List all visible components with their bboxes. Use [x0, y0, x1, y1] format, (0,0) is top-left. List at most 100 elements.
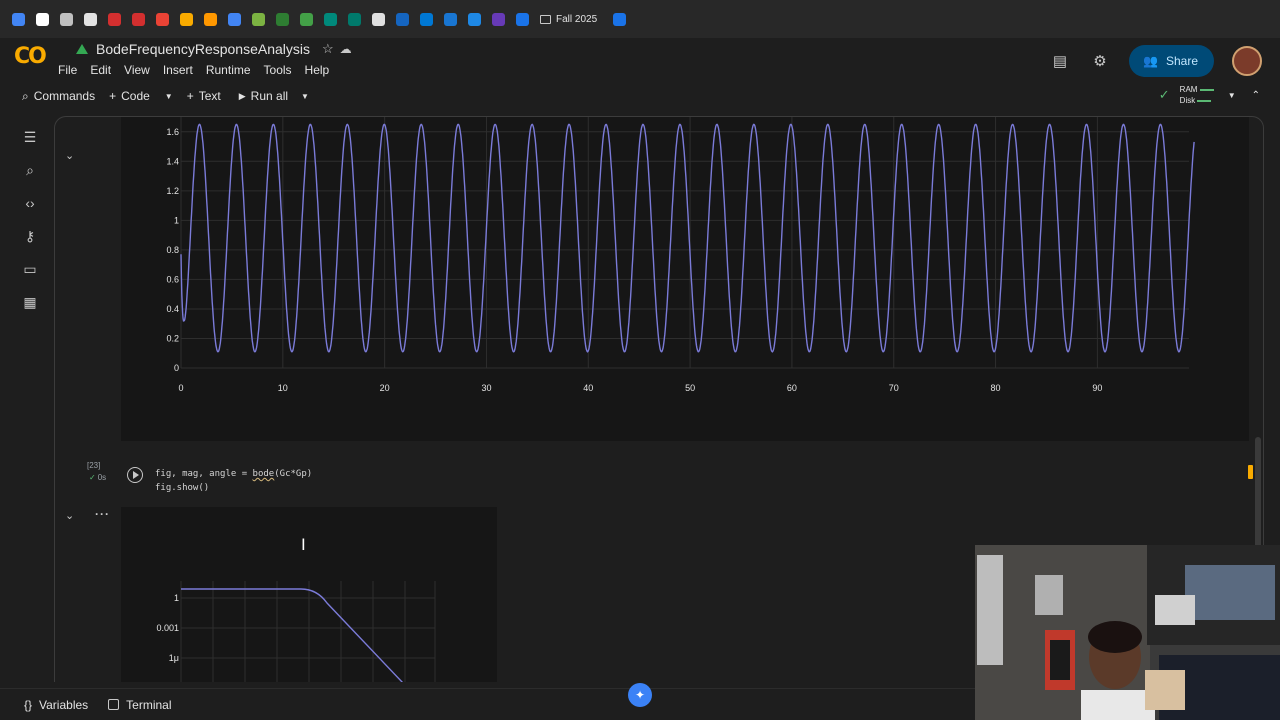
check-icon: ✓	[89, 473, 96, 482]
bookmark-icon[interactable]	[414, 7, 438, 31]
cell-change-marker	[1248, 465, 1253, 479]
bookmark-icon[interactable]	[102, 7, 126, 31]
y-tick-label: 0.8	[166, 245, 179, 255]
y-tick-label: 0	[174, 363, 179, 373]
menu-item-edit[interactable]: Edit	[90, 63, 120, 77]
bode-output-chart: 1 0.001 1μ	[121, 507, 497, 682]
table-icon[interactable]: ▦	[20, 292, 40, 312]
chevron-down-icon[interactable]: ▼	[165, 92, 173, 101]
bookmark-favicon-icon	[251, 12, 265, 26]
x-tick-label: 0	[178, 383, 183, 393]
bookmark-icon[interactable]	[30, 7, 54, 31]
bookmark-icon[interactable]	[270, 7, 294, 31]
bookmark-icon[interactable]	[318, 7, 342, 31]
code-text: fig, mag, angle =	[155, 469, 253, 479]
add-text-button[interactable]: + Text	[187, 89, 221, 103]
code-snippets-icon[interactable]: ‹›	[20, 193, 40, 213]
bookmark-icon[interactable]	[198, 7, 222, 31]
run-cell-button[interactable]	[127, 467, 143, 483]
bookmark-favicon-icon	[515, 12, 529, 26]
bookmark-favicon-icon	[491, 12, 505, 26]
commands-label: Commands	[33, 89, 96, 103]
code-line-1: fig, mag, angle = bode(Gc*Gp)	[155, 469, 312, 479]
find-icon[interactable]: ⌕	[20, 160, 40, 180]
menu-item-view[interactable]: View	[124, 63, 159, 77]
people-icon: 👥	[1143, 54, 1158, 68]
search-icon: ⌕	[22, 88, 29, 103]
bookmark-icon[interactable]	[126, 7, 150, 31]
bookmark-icon[interactable]	[342, 7, 366, 31]
y-tick-label: 0.4	[166, 304, 179, 314]
code-editor[interactable]: fig, mag, angle = bode(Gc*Gp) fig.show()	[155, 467, 312, 495]
x-tick-label: 60	[787, 383, 797, 393]
comments-icon[interactable]: ▤	[1049, 50, 1071, 72]
bookmark-icon[interactable]	[6, 7, 30, 31]
chevron-up-icon[interactable]: ⌃	[1252, 90, 1260, 101]
bookmark-favicon-icon	[83, 12, 97, 26]
bookmark-favicon-icon	[395, 12, 409, 26]
toc-icon[interactable]: ☰	[20, 127, 40, 147]
bookmark-icon[interactable]	[294, 7, 318, 31]
star-icon[interactable]: ☆	[322, 41, 334, 57]
key-icon[interactable]: ⚷	[20, 226, 40, 246]
chevron-down-icon[interactable]: ▼	[1228, 91, 1236, 100]
terminal-label: Terminal	[126, 697, 172, 712]
share-label: Share	[1165, 54, 1198, 68]
scrollbar[interactable]	[1255, 437, 1261, 557]
gear-icon[interactable]: ⚙	[1089, 50, 1111, 72]
ram-disk-indicator[interactable]: RAM Disk	[1180, 84, 1214, 106]
gemini-icon[interactable]: ✦	[628, 683, 652, 707]
bookmark-icon[interactable]	[366, 7, 390, 31]
chevron-down-icon[interactable]: ⌄	[65, 149, 74, 162]
series-line	[181, 588, 404, 682]
menu-item-insert[interactable]: Insert	[163, 63, 202, 77]
webcam-overlay	[975, 545, 1280, 720]
play-icon	[133, 471, 139, 479]
variables-button[interactable]: {} Variables	[24, 698, 88, 712]
notebook-title[interactable]: BodeFrequencyResponseAnalysis	[96, 41, 310, 57]
folder-icon[interactable]: ▭	[20, 259, 40, 279]
colab-logo[interactable]: CO	[14, 44, 47, 69]
run-all-button[interactable]: ▶ Run all ▼	[239, 89, 309, 103]
bookmark-icon[interactable]	[54, 7, 78, 31]
bookmark-icon[interactable]	[222, 7, 246, 31]
bookmark-favicon-icon	[323, 12, 337, 26]
bookmark-favicon-icon	[443, 12, 457, 26]
runtime-status[interactable]: ✓ RAM Disk ▼ ⌃	[1159, 84, 1260, 106]
bookmark-folder[interactable]: Fall 2025	[540, 14, 597, 25]
menu-item-tools[interactable]: Tools	[264, 63, 301, 77]
bookmark-icon[interactable]	[607, 7, 631, 31]
menu-item-help[interactable]: Help	[305, 63, 339, 77]
menu-item-file[interactable]: File	[58, 63, 86, 77]
drive-icon	[76, 44, 88, 54]
bookmark-icon[interactable]	[462, 7, 486, 31]
bookmark-favicon-icon	[227, 12, 241, 26]
bookmark-icon[interactable]	[510, 7, 534, 31]
menu-item-runtime[interactable]: Runtime	[206, 63, 260, 77]
menu-bar: File Edit View Insert Runtime Tools Help	[58, 63, 342, 77]
avatar[interactable]	[1232, 46, 1262, 76]
bookmark-icon[interactable]	[246, 7, 270, 31]
code-cell[interactable]: [23] ✓ 0s fig, mag, angle = bode(Gc*Gp) …	[87, 453, 1257, 513]
bookmark-favicon-icon	[107, 12, 121, 26]
bookmark-favicon-icon	[11, 12, 25, 26]
bookmark-icon[interactable]	[486, 7, 510, 31]
terminal-button[interactable]: Terminal	[108, 697, 172, 712]
chevron-down-icon[interactable]: ⌄	[65, 509, 74, 522]
x-tick-label: 80	[991, 383, 1001, 393]
share-button[interactable]: 👥 Share	[1129, 45, 1214, 77]
chevron-down-icon[interactable]: ▼	[301, 92, 309, 101]
cloud-icon[interactable]: ☁	[340, 42, 352, 56]
more-icon[interactable]: ···	[95, 507, 110, 521]
y-tick-label: 1.4	[166, 156, 179, 166]
commands-button[interactable]: ⌕ Commands	[22, 89, 95, 104]
colab-header: CO BodeFrequencyResponseAnalysis ☆ ☁ Fil…	[0, 38, 1280, 84]
bookmark-icon[interactable]	[174, 7, 198, 31]
bookmark-icon[interactable]	[390, 7, 414, 31]
bookmark-favicon-icon	[35, 12, 49, 26]
code-label: Code	[121, 89, 150, 103]
bookmark-icon[interactable]	[150, 7, 174, 31]
add-code-button[interactable]: + Code ▼	[109, 89, 173, 103]
bookmark-icon[interactable]	[78, 7, 102, 31]
bookmark-icon[interactable]	[438, 7, 462, 31]
